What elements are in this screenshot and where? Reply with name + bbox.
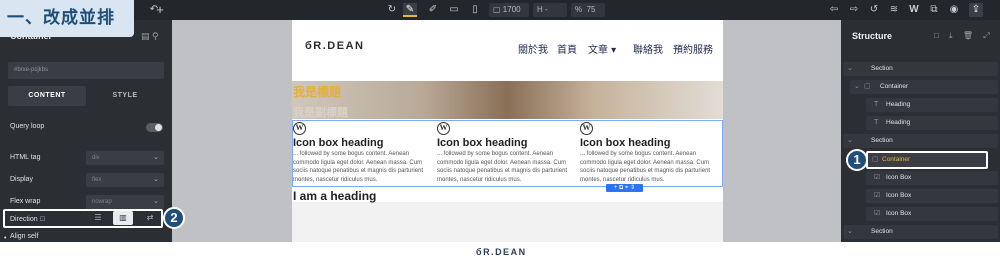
step-badge-1: 1 bbox=[846, 149, 868, 171]
chevron-down-icon: ⌄ bbox=[847, 137, 853, 144]
edit-icon[interactable]: ✐ bbox=[426, 3, 440, 17]
structure-title: Structure bbox=[852, 31, 893, 41]
icon-box-heading: Icon box heading bbox=[293, 137, 384, 149]
reverse-direction-icon[interactable]: ⇄ bbox=[140, 211, 160, 225]
layers-icon[interactable]: ≋ bbox=[887, 3, 901, 17]
css-id-field[interactable]: #brxe-pcjkbs bbox=[8, 62, 164, 79]
icon-box[interactable]: W Icon box heading ... followed by some … bbox=[437, 122, 579, 184]
tree-item-container[interactable]: ⌄ ▢ Container bbox=[850, 80, 998, 94]
chevron-down-icon: ⌄ bbox=[847, 228, 853, 235]
direction-row-button[interactable]: ☰ bbox=[88, 211, 108, 225]
wordpress-icon[interactable]: W bbox=[907, 3, 921, 17]
builder-screenshot: ↶ + ↻ ✎ ✐ ▭ ▯ ▢ 1700 H - % 75 ⇦ ⇨ ↺ ≋ W … bbox=[0, 0, 1000, 260]
hero-image bbox=[292, 81, 723, 119]
tab-style[interactable]: STYLE bbox=[86, 86, 164, 106]
chevron-down-icon: ⌄ bbox=[847, 65, 853, 72]
tree-item-heading[interactable]: T Heading bbox=[866, 116, 998, 130]
nav-item-home[interactable]: 首頁 bbox=[557, 41, 577, 56]
panel-header-icons[interactable]: ▤ ⚲ bbox=[141, 31, 159, 42]
hero-subheading[interactable]: 我是副標題 bbox=[293, 104, 348, 120]
align-self-label: Align self bbox=[10, 233, 39, 240]
query-loop-toggle[interactable] bbox=[146, 123, 163, 132]
footer-logo: бR.DEAN bbox=[476, 247, 527, 257]
html-tag-select[interactable]: div ⌄ bbox=[86, 151, 164, 165]
chevron-down-icon: ⌄ bbox=[153, 154, 159, 161]
redo-arrow-icon[interactable]: ⇨ bbox=[847, 3, 861, 17]
top-toolbar: ↶ + ↻ ✎ ✐ ▭ ▯ ▢ 1700 H - % 75 ⇦ ⇨ ↺ ≋ W … bbox=[0, 0, 1000, 20]
chevron-down-icon: ⌄ bbox=[153, 176, 159, 183]
preview-icon[interactable]: ◉ bbox=[947, 3, 961, 17]
html-tag-label: HTML tag bbox=[10, 154, 41, 161]
site-logo[interactable]: бR.DEAN bbox=[305, 40, 364, 52]
history-icon[interactable]: ↺ bbox=[867, 3, 881, 17]
icon-box-text: ... followed by some bogus content. Aene… bbox=[293, 151, 424, 183]
chevron-down-icon: ⌄ bbox=[153, 198, 159, 205]
add-icon[interactable]: + bbox=[153, 3, 167, 17]
tree-item-container-selected[interactable]: ▢ Container bbox=[866, 151, 988, 169]
step-title: 一、改成並排 bbox=[0, 0, 134, 37]
icon-box-text: ... followed by some bogus content. Aene… bbox=[580, 151, 711, 183]
mobile-icon[interactable]: ▯ bbox=[468, 3, 482, 17]
icon-box[interactable]: W Icon box heading ... followed by some … bbox=[580, 122, 722, 184]
direction-highlight bbox=[3, 209, 163, 228]
wordpress-icon: W bbox=[293, 122, 306, 135]
flex-wrap-label: Flex wrap bbox=[10, 198, 41, 205]
flex-wrap-select[interactable]: nowrap ⌄ bbox=[86, 195, 164, 209]
icon-box-icon: ☑ bbox=[874, 210, 881, 217]
undo-arrow-icon[interactable]: ⇦ bbox=[827, 3, 841, 17]
chevron-down-icon: ⌄ bbox=[854, 83, 860, 90]
wordpress-icon: W bbox=[580, 122, 593, 135]
nav-item-articles[interactable]: 文章 ▾ bbox=[588, 41, 616, 56]
icon-box-text: ... followed by some bogus content. Aene… bbox=[437, 151, 568, 183]
external-link-icon[interactable]: ⧉ bbox=[927, 3, 941, 17]
tree-item-heading[interactable]: T Heading bbox=[866, 98, 998, 112]
element-mini-toolbar[interactable]: + ⧉ ⌖ ⇕ bbox=[606, 184, 643, 192]
tree-item-section[interactable]: ⌄ Section bbox=[843, 225, 998, 239]
heading-icon: T bbox=[874, 101, 879, 108]
icon-box-icon: ☑ bbox=[874, 174, 881, 181]
refresh-icon[interactable]: ↻ bbox=[385, 3, 399, 17]
tree-item-icon-box[interactable]: ☑ Icon Box bbox=[866, 171, 998, 185]
query-loop-label: Query loop bbox=[10, 123, 45, 130]
page-preview: бR.DEAN 關於我 首頁 文章 ▾ 聯絡我 預約服務 我是標題 我是副標題 … bbox=[292, 20, 723, 242]
direction-column-button[interactable]: ▥ bbox=[113, 211, 133, 225]
structure-panel: Structure □ ⤓ 🗑 ⤢ ⌄ Section ⌄ ▢ Container T… bbox=[841, 20, 1000, 242]
step-badge-2: 2 bbox=[163, 207, 185, 229]
canvas-width-input[interactable]: ▢ 1700 bbox=[489, 3, 529, 17]
nav-item-contact[interactable]: 聯絡我 bbox=[633, 41, 663, 56]
page-bottom-section bbox=[292, 202, 723, 242]
display-label: Display bbox=[10, 176, 33, 183]
structure-actions[interactable]: □ ⤓ 🗑 ⤢ bbox=[934, 31, 994, 41]
wordpress-icon: W bbox=[437, 122, 450, 135]
tree-item-section[interactable]: ⌄ Section bbox=[843, 62, 998, 76]
panel-tabs: CONTENT STYLE bbox=[8, 86, 164, 106]
container-icon: ▢ bbox=[872, 156, 879, 163]
desktop-icon[interactable]: ▭ bbox=[447, 3, 461, 17]
icon-box-heading: Icon box heading bbox=[437, 137, 528, 149]
display-select[interactable]: flex ⌄ bbox=[86, 173, 164, 187]
canvas-zoom-input[interactable]: % 75 bbox=[571, 3, 605, 17]
nav-item-booking[interactable]: 預約服務 bbox=[673, 41, 713, 56]
pen-icon[interactable]: ✎ bbox=[403, 3, 417, 17]
nav-item-about[interactable]: 關於我 bbox=[518, 41, 548, 56]
canvas-height-input[interactable]: H - bbox=[533, 3, 567, 17]
tree-item-icon-box[interactable]: ☑ Icon Box bbox=[866, 189, 998, 203]
tree-item-section[interactable]: ⌄ Section bbox=[843, 134, 998, 148]
heading-icon: T bbox=[874, 119, 879, 126]
tab-content[interactable]: CONTENT bbox=[8, 86, 86, 106]
icon-box-heading: Icon box heading bbox=[580, 137, 671, 149]
direction-bullet: • bbox=[4, 235, 7, 242]
hero-heading[interactable]: 我是標題 bbox=[293, 83, 341, 100]
bottom-heading[interactable]: I am a heading bbox=[293, 189, 376, 203]
save-icon[interactable]: ⇪ bbox=[969, 3, 983, 17]
icon-box-icon: ☑ bbox=[874, 192, 881, 199]
container-icon: ▢ bbox=[864, 83, 871, 90]
tree-item-icon-box[interactable]: ☑ Icon Box bbox=[866, 207, 998, 221]
icon-box[interactable]: W Icon box heading ... followed by some … bbox=[293, 122, 435, 184]
